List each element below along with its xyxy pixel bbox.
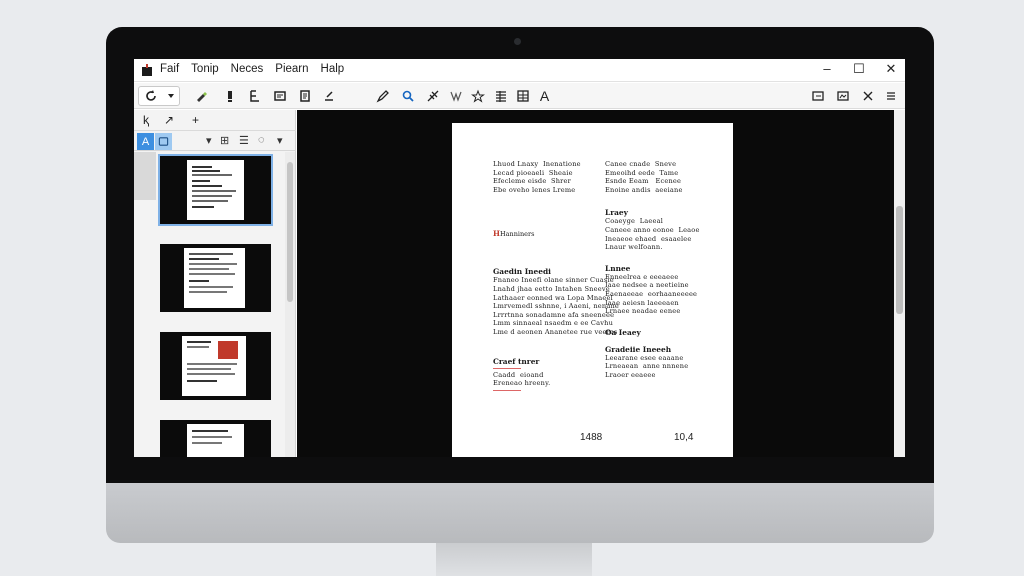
edit-text-icon[interactable] — [246, 87, 263, 104]
paragraph: Coaeyge Laeeal Caneee anno eonoe Leaoe Ine… — [605, 217, 700, 252]
paragraph: Leearane esee eaaane Lrneaean anne nnnene… — [605, 353, 689, 379]
sidebar-scrollbar[interactable] — [285, 152, 295, 457]
chevron-down-icon[interactable]: ▾ — [277, 134, 283, 147]
page-thumbnail[interactable] — [160, 244, 271, 312]
list-icon[interactable] — [492, 87, 509, 104]
chevron-down-icon[interactable] — [162, 87, 179, 104]
window-controls: – ☐ ✕ — [821, 61, 897, 77]
paragraph: Canee cnade Sneve Emeoihd eede Tame Esnde … — [605, 160, 683, 194]
document-view: Lhuod Lnaxy Inenatione Lecad pioeaeli She… — [297, 110, 894, 457]
chevron-down-icon[interactable]: ▾ — [206, 134, 212, 147]
image-icon[interactable] — [834, 87, 851, 104]
paragraph: Enneelrea e eeeaeee Iaae nedsee a neetiei… — [605, 272, 698, 316]
red-rule — [493, 389, 521, 391]
page-edit-icon[interactable] — [296, 87, 313, 104]
sign-icon[interactable] — [320, 87, 337, 104]
sidebar: ⱪ ↗ + A ▾ ⊞ ☰ ◌ ▾ — [134, 110, 296, 457]
rotate-icon[interactable] — [142, 87, 159, 104]
font-button[interactable]: A — [536, 87, 553, 104]
close-panel-icon[interactable] — [859, 87, 876, 104]
layers-icon[interactable]: ☰ — [239, 134, 249, 147]
menu-item-notes[interactable]: Neces — [231, 63, 264, 75]
pan-tool-icon[interactable]: ↗ — [164, 113, 174, 127]
highlighter-icon[interactable] — [192, 87, 209, 104]
thumbnail-page — [187, 424, 244, 457]
section-heading: Lraey — [605, 208, 628, 218]
page-number-left: 1488 — [580, 432, 603, 443]
left-column: Lhuod Lnaxy Inenatione Lecad pioeaeli She… — [493, 160, 619, 393]
thumbnail-page — [187, 160, 244, 220]
add-icon[interactable]: + — [192, 113, 199, 127]
menu-item-tools[interactable]: Tonip — [191, 63, 219, 75]
sidebar-tabs: A ▾ ⊞ ☰ ◌ ▾ — [134, 132, 296, 151]
clock-icon[interactable]: ◌ — [258, 134, 265, 146]
thumbnail-image — [218, 341, 238, 359]
section-heading: Gradeiie Ineeeh — [605, 344, 672, 354]
thumbnail-page — [182, 336, 246, 396]
search-icon[interactable] — [399, 87, 416, 104]
thumbnail-page — [184, 248, 245, 308]
red-heading: HHanniners — [493, 229, 535, 239]
page-thumbnail[interactable] — [160, 420, 271, 457]
menu-item-help[interactable]: Halp — [321, 63, 345, 75]
page-thumbnail[interactable] — [158, 154, 273, 226]
menu-bar: Faif Tonip Neces Piearn Halp — [160, 63, 344, 75]
tab-thumbnails[interactable] — [155, 133, 172, 150]
draw-icon[interactable] — [374, 87, 391, 104]
maximize-button[interactable]: ☐ — [853, 61, 865, 77]
close-button[interactable]: ✕ — [885, 61, 897, 77]
paragraph: Fnaneo Ineefi olane sinner Cuasie Lnahd j… — [493, 276, 620, 336]
export-icon[interactable] — [809, 87, 826, 104]
section-heading: Craef tnrer — [493, 356, 540, 366]
measure-icon[interactable] — [424, 87, 441, 104]
tab-text[interactable]: A — [137, 133, 154, 150]
minimize-button[interactable]: – — [821, 61, 833, 77]
right-column: Canee cnade Sneve Emeoihd eede Tame Esnde … — [605, 160, 700, 380]
screen: Faif Tonip Neces Piearn Halp – ☐ ✕ A ⱪ ↗… — [134, 59, 905, 457]
pen-icon[interactable] — [221, 87, 238, 104]
stamp-icon[interactable] — [469, 87, 486, 104]
table-icon[interactable] — [514, 87, 531, 104]
menu-icon[interactable] — [882, 87, 899, 104]
page-thumbnail[interactable] — [160, 332, 271, 400]
bookmark-icon[interactable]: ⊞ — [220, 134, 229, 147]
title-bar: Faif Tonip Neces Piearn Halp – ☐ ✕ — [134, 59, 905, 82]
webcam — [514, 38, 521, 45]
app-logo-icon — [142, 64, 152, 76]
document-scrollbar[interactable] — [894, 110, 905, 457]
menu-item-file[interactable]: Faif — [160, 63, 179, 75]
section-heading: Oa Ieaey — [605, 327, 641, 337]
link-icon[interactable] — [447, 87, 464, 104]
comment-icon[interactable] — [271, 87, 288, 104]
section-heading: Gaedin Ineedi — [493, 267, 551, 277]
paragraph: Caadd eioand Ereneao hreeny. — [493, 370, 551, 388]
document-page: Lhuod Lnaxy Inenatione Lecad pioeaeli She… — [452, 123, 733, 457]
thumbnail-list — [134, 152, 284, 457]
paragraph: Lhuod Lnaxy Inenatione Lecad pioeaeli She… — [493, 160, 581, 194]
monitor-chin — [106, 483, 934, 543]
menu-item-program[interactable]: Piearn — [275, 63, 308, 75]
select-tool-icon[interactable]: ⱪ — [143, 113, 149, 127]
sidebar-toolbar: ⱪ ↗ + — [134, 110, 296, 131]
page-number-right: 10,4 — [674, 432, 694, 443]
red-rule — [493, 367, 521, 369]
toolbar: A — [134, 83, 905, 109]
section-heading: Lnnee — [605, 263, 631, 273]
monitor-stand — [436, 540, 592, 576]
